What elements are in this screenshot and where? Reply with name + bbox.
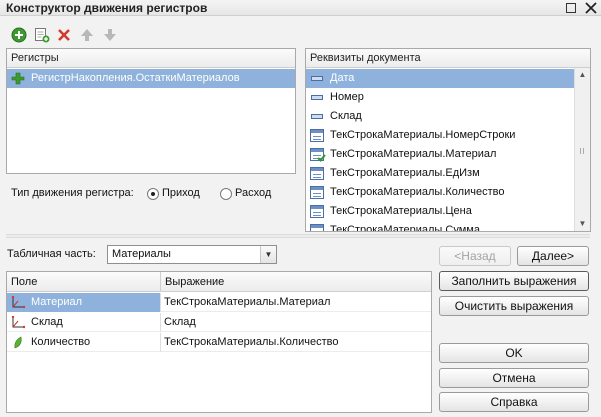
table-row[interactable]: Количество ТекСтрокаМатериалы.Количество: [7, 333, 431, 352]
move-up-icon: [79, 27, 95, 43]
check-icon: [317, 154, 326, 162]
table-row[interactable]: Материал ТекСтрокаМатериалы.Материал: [7, 293, 431, 312]
help-button[interactable]: Справка: [439, 392, 589, 412]
field-name: Материал: [31, 296, 82, 308]
clear-expressions-button[interactable]: Очистить выражения: [439, 296, 589, 316]
attribute-label: ТекСтрокаМатериалы.ЕдИзм: [330, 167, 480, 179]
copy-icon[interactable]: [34, 27, 50, 43]
attribute-label: Склад: [330, 110, 362, 122]
expression-value[interactable]: ТекСтрокаМатериалы.Материал: [164, 293, 330, 312]
next-button[interactable]: Далее>: [517, 246, 589, 266]
radio-income-label[interactable]: Приход: [162, 187, 200, 199]
attribute-label: ТекСтрокаМатериалы.Количество: [330, 186, 505, 198]
tabular-attribute-icon: [310, 224, 324, 231]
chevron-down-icon[interactable]: ▼: [260, 246, 276, 263]
column-header-field[interactable]: Поле: [7, 272, 161, 292]
attribute-label: ТекСтрокаМатериалы.НомерСтроки: [330, 129, 516, 141]
attribute-item[interactable]: Склад: [306, 107, 574, 126]
registers-list[interactable]: Регистры РегистрНакопления.ОстаткиМатери…: [6, 48, 296, 174]
title-bar: Конструктор движения регистров: [0, 0, 601, 16]
tabular-select-value: Материалы: [112, 248, 171, 260]
tabular-attribute-icon: [310, 167, 324, 180]
attribute-label: Номер: [330, 91, 364, 103]
back-button[interactable]: <Назад: [439, 246, 511, 266]
tabular-label: Табличная часть:: [7, 248, 96, 260]
tabular-attribute-icon: [310, 205, 324, 218]
column-header-expression[interactable]: Выражение: [161, 272, 431, 292]
table-row[interactable]: Склад Склад: [7, 313, 431, 332]
register-icon: [11, 72, 25, 85]
resource-icon: [11, 336, 25, 349]
field-name: Количество: [31, 336, 91, 348]
attributes-header: Реквизиты документа: [306, 49, 590, 68]
expression-value[interactable]: ТекСтрокаМатериалы.Количество: [164, 333, 338, 352]
attribute-item[interactable]: ТекСтрокаМатериалы.ЕдИзм: [306, 164, 574, 183]
radio-income[interactable]: [147, 188, 159, 200]
attribute-label: ТекСтрокаМатериалы.Сумма: [330, 224, 480, 232]
attribute-icon: [311, 95, 323, 100]
attribute-label: Дата: [330, 72, 355, 84]
dimension-icon: [11, 315, 26, 329]
register-item-label: РегистрНакопления.ОстаткиМатериалов: [31, 72, 240, 84]
attribute-icon: [311, 114, 323, 119]
attribute-item[interactable]: ТекСтрокаМатериалы.Количество: [306, 183, 574, 202]
tabular-attribute-icon: [310, 186, 324, 199]
attribute-item[interactable]: Номер: [306, 88, 574, 107]
radio-expense[interactable]: [220, 188, 232, 200]
radio-expense-label[interactable]: Расход: [235, 187, 271, 199]
tabular-attribute-icon: [310, 129, 324, 142]
tabular-select[interactable]: Материалы ▼: [107, 245, 277, 264]
delete-icon[interactable]: [56, 27, 72, 43]
move-down-icon: [102, 27, 118, 43]
attribute-icon: [311, 76, 323, 81]
scroll-up-icon[interactable]: ▲: [575, 68, 590, 82]
add-icon[interactable]: [11, 27, 27, 43]
attribute-item[interactable]: ТекСтрокаМатериалы.Материал: [306, 145, 574, 164]
field-name: Склад: [31, 316, 63, 328]
attribute-item[interactable]: ТекСтрокаМатериалы.Цена: [306, 202, 574, 221]
dimension-icon: [11, 295, 26, 309]
window-title: Конструктор движения регистров: [6, 1, 208, 15]
maximize-icon[interactable]: [563, 0, 579, 16]
scroll-down-icon[interactable]: ▼: [575, 217, 590, 231]
attributes-scrollbar[interactable]: ▲ ▼: [574, 68, 590, 231]
panel-splitter[interactable]: [6, 234, 590, 238]
attribute-item[interactable]: ТекСтрокаМатериалы.Сумма: [306, 221, 574, 232]
scroll-thumb-grip[interactable]: [580, 148, 584, 154]
movement-type-label: Тип движения регистра:: [11, 187, 134, 199]
registers-header: Регистры: [7, 49, 295, 68]
attributes-list[interactable]: Реквизиты документа Дата Номер Склад Тек…: [305, 48, 591, 232]
ok-button[interactable]: OK: [439, 343, 589, 363]
close-icon[interactable]: [583, 0, 599, 16]
fill-expressions-button[interactable]: Заполнить выражения: [439, 271, 589, 291]
attribute-item[interactable]: ТекСтрокаМатериалы.НомерСтроки: [306, 126, 574, 145]
register-item[interactable]: РегистрНакопления.ОстаткиМатериалов: [7, 69, 295, 88]
cancel-button[interactable]: Отмена: [439, 368, 589, 388]
expression-value[interactable]: Склад: [164, 313, 196, 332]
attribute-item[interactable]: Дата: [306, 69, 574, 88]
attribute-label: ТекСтрокаМатериалы.Цена: [330, 205, 472, 217]
attribute-label: ТекСтрокаМатериалы.Материал: [330, 148, 497, 160]
fields-table[interactable]: Поле Выражение Материал ТекСтрокаМатериа…: [6, 271, 432, 413]
